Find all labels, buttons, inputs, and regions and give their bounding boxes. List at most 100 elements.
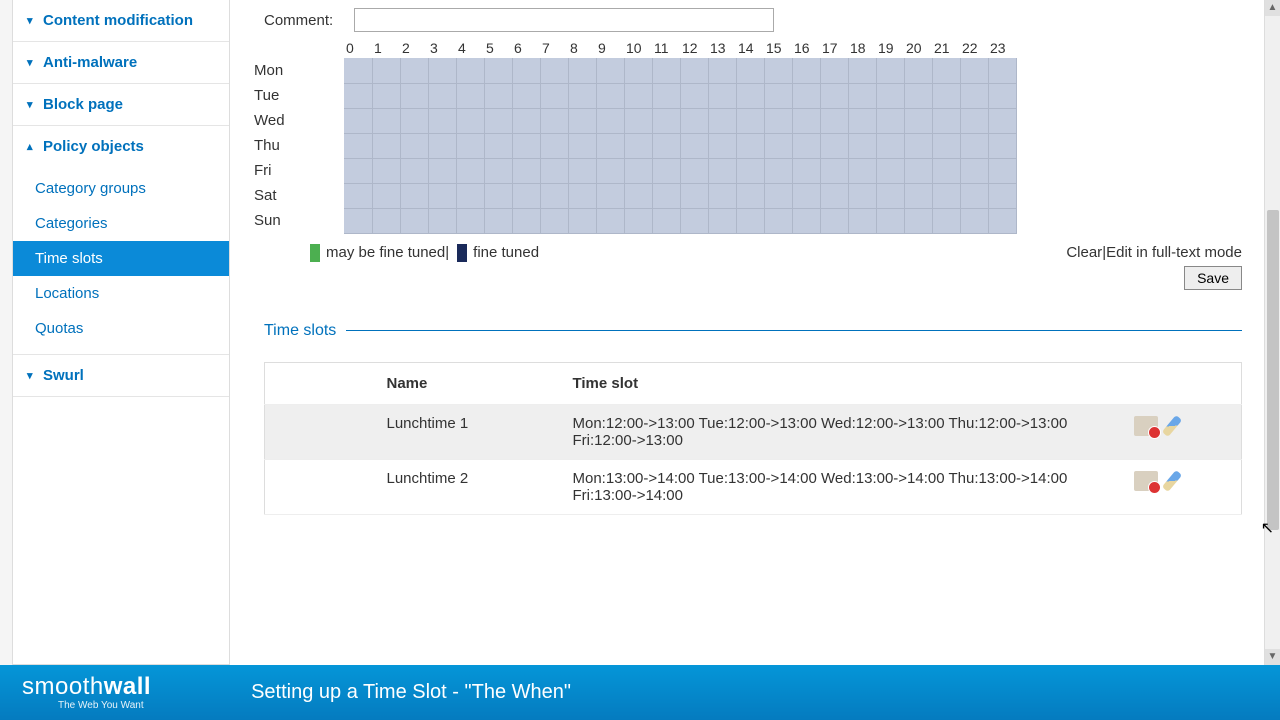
edit-icon[interactable]: [1161, 470, 1181, 492]
schedule-cell[interactable]: [540, 108, 568, 133]
schedule-cell[interactable]: [764, 58, 792, 83]
sidebar-item-time-slots[interactable]: Time slots: [13, 241, 229, 276]
schedule-cell[interactable]: [960, 133, 988, 158]
schedule-cell[interactable]: [764, 208, 792, 233]
schedule-cell[interactable]: [568, 83, 596, 108]
schedule-cell[interactable]: [876, 108, 904, 133]
schedule-cell[interactable]: [960, 158, 988, 183]
schedule-cell[interactable]: [568, 158, 596, 183]
schedule-cell[interactable]: [988, 58, 1016, 83]
sidebar-item-category-groups[interactable]: Category groups: [13, 171, 229, 206]
sidebar-section-policy-objects[interactable]: ▴ Policy objects: [13, 126, 229, 167]
schedule-cell[interactable]: [988, 183, 1016, 208]
schedule-cell[interactable]: [736, 158, 764, 183]
schedule-cell[interactable]: [876, 183, 904, 208]
schedule-cell[interactable]: [876, 58, 904, 83]
schedule-cell[interactable]: [680, 133, 708, 158]
schedule-cell[interactable]: [596, 208, 624, 233]
schedule-cell[interactable]: [372, 158, 400, 183]
schedule-cell[interactable]: [428, 208, 456, 233]
schedule-cell[interactable]: [540, 158, 568, 183]
schedule-cell[interactable]: [848, 108, 876, 133]
schedule-cell[interactable]: [372, 58, 400, 83]
schedule-cell[interactable]: [624, 108, 652, 133]
schedule-cell[interactable]: [428, 83, 456, 108]
schedule-cell[interactable]: [764, 83, 792, 108]
schedule-cell[interactable]: [820, 58, 848, 83]
schedule-cell[interactable]: [736, 133, 764, 158]
schedule-cell[interactable]: [372, 133, 400, 158]
schedule-cell[interactable]: [652, 108, 680, 133]
delete-icon[interactable]: [1134, 471, 1158, 491]
schedule-cell[interactable]: [624, 83, 652, 108]
sidebar-section-anti-malware[interactable]: ▾ Anti-malware: [13, 42, 229, 83]
schedule-cell[interactable]: [820, 133, 848, 158]
schedule-cell[interactable]: [344, 58, 372, 83]
schedule-cell[interactable]: [988, 208, 1016, 233]
schedule-cell[interactable]: [792, 183, 820, 208]
schedule-cell[interactable]: [484, 58, 512, 83]
schedule-cell[interactable]: [652, 208, 680, 233]
schedule-cell[interactable]: [876, 158, 904, 183]
schedule-cell[interactable]: [456, 158, 484, 183]
sidebar-item-quotas[interactable]: Quotas: [13, 311, 229, 346]
schedule-cell[interactable]: [988, 133, 1016, 158]
schedule-cell[interactable]: [652, 183, 680, 208]
schedule-cell[interactable]: [344, 208, 372, 233]
schedule-cell[interactable]: [596, 83, 624, 108]
schedule-cell[interactable]: [708, 83, 736, 108]
schedule-cell[interactable]: [792, 83, 820, 108]
sidebar-item-locations[interactable]: Locations: [13, 276, 229, 311]
schedule-cell[interactable]: [708, 133, 736, 158]
schedule-cell[interactable]: [456, 58, 484, 83]
schedule-cell[interactable]: [372, 208, 400, 233]
schedule-cell[interactable]: [820, 158, 848, 183]
schedule-cell[interactable]: [932, 158, 960, 183]
sidebar-section-swurl[interactable]: ▾ Swurl: [13, 355, 229, 396]
schedule-cell[interactable]: [792, 108, 820, 133]
schedule-cell[interactable]: [456, 108, 484, 133]
schedule-cell[interactable]: [708, 108, 736, 133]
schedule-cell[interactable]: [344, 133, 372, 158]
schedule-cell[interactable]: [596, 58, 624, 83]
schedule-cell[interactable]: [568, 208, 596, 233]
edit-fulltext-link[interactable]: Edit in full-text mode: [1106, 244, 1242, 261]
schedule-cell[interactable]: [792, 208, 820, 233]
schedule-cell[interactable]: [372, 183, 400, 208]
schedule-cell[interactable]: [484, 208, 512, 233]
clear-link[interactable]: Clear: [1066, 244, 1102, 261]
schedule-cell[interactable]: [484, 83, 512, 108]
schedule-cell[interactable]: [512, 83, 540, 108]
schedule-cell[interactable]: [624, 158, 652, 183]
schedule-cell[interactable]: [820, 83, 848, 108]
schedule-cell[interactable]: [932, 208, 960, 233]
schedule-cell[interactable]: [736, 108, 764, 133]
schedule-cell[interactable]: [736, 208, 764, 233]
schedule-cell[interactable]: [904, 108, 932, 133]
schedule-cell[interactable]: [624, 208, 652, 233]
schedule-cell[interactable]: [764, 108, 792, 133]
schedule-cell[interactable]: [400, 133, 428, 158]
schedule-cell[interactable]: [596, 158, 624, 183]
schedule-cell[interactable]: [680, 183, 708, 208]
schedule-cell[interactable]: [512, 133, 540, 158]
schedule-cell[interactable]: [904, 183, 932, 208]
schedule-cell[interactable]: [904, 58, 932, 83]
schedule-cell[interactable]: [820, 108, 848, 133]
schedule-cell[interactable]: [456, 183, 484, 208]
schedule-cell[interactable]: [680, 208, 708, 233]
schedule-cell[interactable]: [820, 183, 848, 208]
schedule-cell[interactable]: [848, 183, 876, 208]
schedule-cell[interactable]: [708, 183, 736, 208]
delete-icon[interactable]: [1134, 416, 1158, 436]
schedule-cell[interactable]: [652, 58, 680, 83]
schedule-cell[interactable]: [512, 208, 540, 233]
scroll-up-icon[interactable]: ▲: [1265, 0, 1280, 16]
schedule-cell[interactable]: [372, 83, 400, 108]
schedule-cell[interactable]: [456, 133, 484, 158]
schedule-cell[interactable]: [428, 158, 456, 183]
schedule-cell[interactable]: [344, 158, 372, 183]
schedule-cell[interactable]: [540, 183, 568, 208]
schedule-cell[interactable]: [848, 208, 876, 233]
schedule-cell[interactable]: [596, 183, 624, 208]
